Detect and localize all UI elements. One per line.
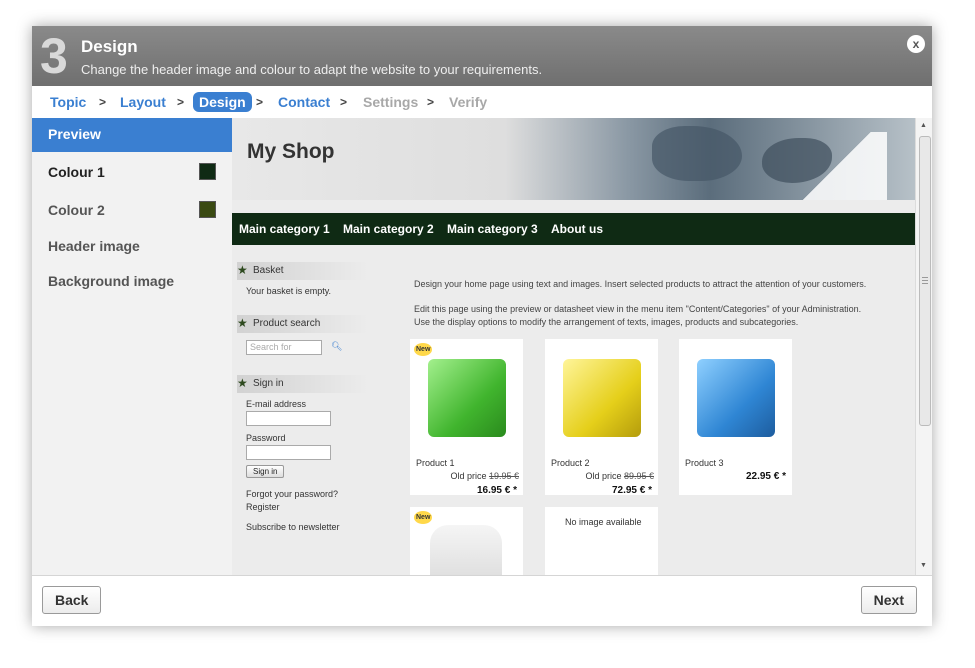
breadcrumb: Topic > Layout > Design > Contact > Sett…: [32, 86, 932, 119]
intro-text-3: Use the display options to modify the ar…: [414, 317, 799, 327]
basket-header: ★ Basket: [237, 262, 383, 280]
star-icon: ★: [237, 263, 248, 277]
email-field[interactable]: [246, 411, 331, 426]
nav-about-us[interactable]: About us: [551, 222, 603, 236]
crumb-separator: >: [99, 95, 107, 109]
nav-main-category-2[interactable]: Main category 2: [343, 222, 434, 236]
magnifier-icon[interactable]: 🔍︎: [331, 341, 342, 352]
old-price: Old price 19.95 €: [450, 471, 519, 481]
colour-2-swatch[interactable]: [199, 201, 216, 218]
signin-title: Sign in: [253, 378, 284, 389]
product-tile-2[interactable]: Product 2 Old price 89.95 € 72.95 € *: [545, 339, 658, 496]
no-image-text: No image available: [565, 517, 642, 527]
product-search-input[interactable]: Search for: [246, 340, 322, 355]
star-icon: ★: [237, 376, 248, 390]
product-name: Product 3: [685, 458, 724, 468]
signin-box: ★ Sign in: [237, 375, 383, 393]
next-button[interactable]: Next: [860, 586, 917, 614]
nav-main-category-1[interactable]: Main category 1: [239, 222, 330, 236]
map-shape: [652, 126, 742, 181]
scroll-down-arrow-icon[interactable]: ▼: [920, 562, 927, 569]
product-tile-1[interactable]: New Product 1 Old price 19.95 € 16.95 € …: [410, 339, 523, 496]
crumb-settings: Settings: [363, 94, 419, 110]
crumb-contact[interactable]: Contact: [272, 92, 336, 112]
old-price: Old price 89.95 €: [585, 471, 654, 481]
search-title: Product search: [253, 318, 321, 329]
option-colour-1[interactable]: Colour 1: [48, 164, 105, 180]
crumb-layout[interactable]: Layout: [114, 92, 172, 112]
wizard-dialog: 3 Design Change the header image and col…: [32, 26, 932, 626]
crumb-separator: >: [427, 95, 435, 109]
intro-text-1: Design your home page using text and ima…: [414, 279, 867, 289]
forgot-password-link[interactable]: Forgot your password?: [246, 489, 338, 499]
shop-main-nav: Main category 1 Main category 2 Main cat…: [232, 213, 915, 245]
product-price: 72.95 € *: [611, 485, 652, 496]
product-tile-4[interactable]: New: [410, 507, 523, 575]
wizard-title: Design: [81, 37, 138, 56]
crumb-verify: Verify: [449, 94, 488, 110]
search-header: ★ Product search: [237, 315, 383, 333]
register-link[interactable]: Register: [246, 502, 280, 512]
yellow-cube-image: [563, 359, 641, 437]
new-badge: New: [414, 511, 433, 524]
product-price: 16.95 € *: [476, 485, 517, 496]
signin-header: ★ Sign in: [237, 375, 383, 393]
close-icon[interactable]: x: [907, 35, 925, 53]
search-box: ★ Product search: [237, 315, 383, 333]
basket-empty-text: Your basket is empty.: [246, 286, 332, 296]
crumb-topic[interactable]: Topic: [44, 92, 92, 112]
crumb-separator: >: [256, 95, 264, 109]
green-cube-image: [428, 359, 506, 437]
header-image: My Shop: [232, 118, 915, 200]
step-number: 3: [40, 28, 68, 84]
intro-text-2: Edit this page using the preview or data…: [414, 304, 862, 314]
basket-box: ★ Basket: [237, 262, 383, 280]
option-header-image[interactable]: Header image: [48, 238, 140, 254]
tshirt-image: [430, 525, 502, 575]
crumb-design[interactable]: Design: [193, 92, 252, 112]
preview-scrollbar[interactable]: ▲ ▼: [915, 118, 932, 575]
product-tile-5[interactable]: No image available: [545, 507, 658, 575]
option-preview-label: Preview: [48, 126, 101, 142]
product-price: 22.95 € *: [745, 471, 786, 482]
email-label: E-mail address: [246, 399, 307, 409]
product-name: Product 2: [551, 458, 590, 468]
nav-main-category-3[interactable]: Main category 3: [447, 222, 538, 236]
option-colour-2[interactable]: Colour 2: [48, 202, 105, 218]
design-options-panel: Preview Colour 1 Colour 2 Header image B…: [32, 118, 232, 575]
blue-cube-image: [697, 359, 775, 437]
colour-1-swatch[interactable]: [199, 163, 216, 180]
star-icon: ★: [237, 316, 248, 330]
password-field[interactable]: [246, 445, 331, 460]
product-name: Product 1: [416, 458, 455, 468]
product-tile-3[interactable]: Product 3 22.95 € *: [679, 339, 792, 495]
crumb-separator: >: [177, 95, 185, 109]
grip-icon: [922, 277, 928, 285]
back-button[interactable]: Back: [42, 586, 102, 614]
option-preview[interactable]: Preview: [32, 118, 232, 152]
stairs-graphic: [787, 132, 887, 200]
option-background-image[interactable]: Background image: [48, 273, 174, 289]
wizard-header: 3 Design Change the header image and col…: [32, 26, 932, 86]
scroll-thumb[interactable]: [919, 136, 931, 426]
basket-title: Basket: [253, 265, 284, 276]
wizard-footer: Back Next: [32, 575, 932, 626]
scroll-up-arrow-icon[interactable]: ▲: [920, 122, 927, 129]
password-label: Password: [246, 433, 286, 443]
shop-title: My Shop: [247, 140, 335, 163]
shop-preview: My Shop Main category 1 Main category 2 …: [232, 118, 915, 575]
signin-button[interactable]: Sign in: [246, 465, 285, 478]
new-badge: New: [414, 343, 433, 356]
newsletter-link[interactable]: Subscribe to newsletter: [246, 522, 340, 532]
wizard-subtitle: Change the header image and colour to ad…: [81, 62, 543, 77]
crumb-separator: >: [340, 95, 348, 109]
